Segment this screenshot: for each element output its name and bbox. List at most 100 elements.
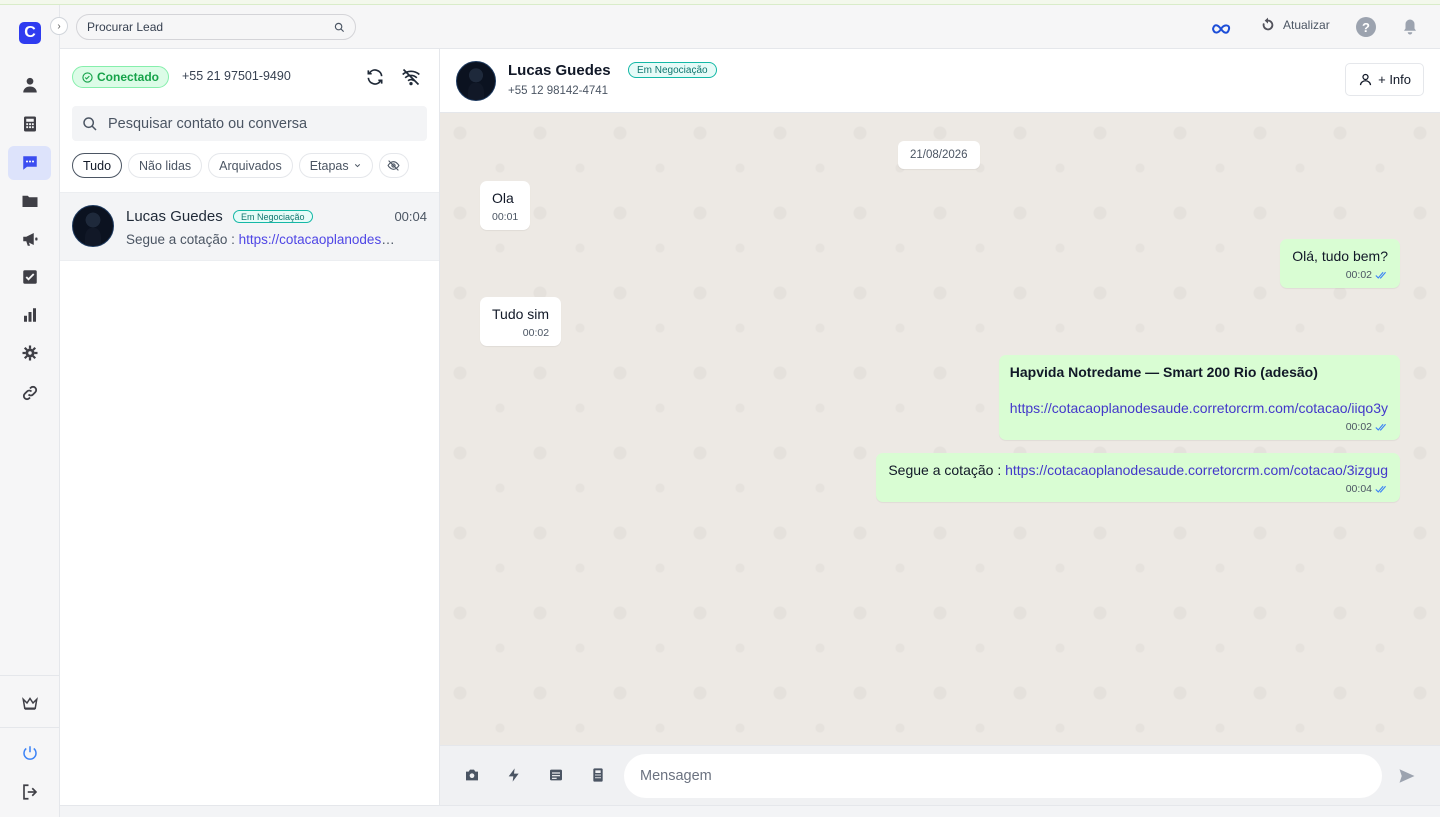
message-link[interactable]: https://cotacaoplanodesaude.corretorcrm.… (1010, 400, 1388, 416)
user-outline-icon (1359, 73, 1372, 86)
logout-icon (22, 784, 37, 800)
crown-icon (21, 697, 38, 710)
conversation-list-panel: Conectado +55 21 97501-9490 Tudo Não lid… (60, 49, 440, 805)
message-text: Olá, tudo bem? (1292, 248, 1388, 264)
wifi-off-icon[interactable] (401, 67, 421, 87)
checkbox-icon (22, 270, 37, 284)
double-check-icon (1375, 485, 1386, 493)
conversation-preview: Segue a cotação : https://cotacaoplanode… (126, 232, 398, 247)
top-bar: Atualizar ? (60, 5, 1440, 49)
gear-icon (22, 345, 37, 361)
power-icon (22, 746, 37, 760)
chevron-down-icon (354, 164, 360, 168)
message-bubble: Ola 00:01 (480, 181, 531, 230)
message-time: 00:01 (492, 211, 519, 223)
message-time: 00:02 (1345, 269, 1372, 281)
template-icon[interactable] (548, 767, 564, 783)
message-bubble: Tudo sim 00:02 (480, 297, 562, 346)
calculator-icon[interactable] (590, 767, 606, 783)
info-label: + Info (1378, 72, 1411, 87)
message-composer (440, 745, 1440, 805)
message-link[interactable]: https://cotacaoplanodesaude.corretorcrm.… (1005, 462, 1388, 478)
message-time: 00:04 (1345, 483, 1372, 495)
link-icon (22, 385, 37, 401)
double-check-icon (1375, 423, 1386, 431)
contact-search-input[interactable] (108, 115, 417, 132)
message-bubble: Olá, tudo bem? 00:02 (1280, 239, 1400, 288)
message-text: Ola (492, 190, 514, 206)
eye-off-icon (387, 160, 400, 171)
refresh-label: Atualizar (1283, 18, 1330, 32)
user-icon (22, 77, 37, 93)
filter-stages-dropdown[interactable]: Etapas (298, 153, 373, 178)
message-bubble: Segue a cotação : https://cotacaoplanode… (876, 453, 1400, 502)
rail-divider (0, 675, 60, 676)
left-rail: C (0, 5, 60, 817)
rail-item-power[interactable] (8, 736, 51, 770)
filter-stages-label: Etapas (309, 158, 349, 173)
stage-badge: Em Negociação (233, 210, 313, 223)
conversation-time: 00:04 (394, 209, 427, 224)
date-separator: 21/08/2026 (898, 141, 980, 169)
rail-item-settings[interactable] (8, 336, 51, 370)
megaphone-icon (22, 233, 37, 246)
message-bubble: Hapvida Notredame — Smart 200 Rio (adesã… (998, 355, 1400, 440)
meta-icon[interactable] (1211, 18, 1231, 36)
rail-item-campaigns[interactable] (8, 222, 51, 256)
bell-icon[interactable] (1401, 17, 1419, 37)
connection-status-badge: Conectado (72, 66, 170, 88)
app-logo[interactable]: C (19, 22, 41, 44)
calculator-icon (23, 116, 36, 132)
rail-item-calculator[interactable] (8, 107, 51, 141)
search-icon (83, 116, 97, 131)
rail-item-reports[interactable] (8, 298, 51, 332)
conversation-name: Lucas Guedes (126, 208, 223, 225)
rail-item-chat[interactable] (8, 146, 51, 180)
filter-archived[interactable]: Arquivados (208, 153, 293, 178)
rail-item-files[interactable] (8, 184, 51, 218)
rail-item-logout[interactable] (8, 775, 51, 809)
connection-status-label: Conectado (97, 70, 160, 84)
contact-search-box[interactable] (72, 106, 427, 141)
refresh-button[interactable]: Atualizar (1260, 17, 1330, 33)
expand-rail-button[interactable]: › (50, 17, 68, 35)
message-text: Segue a cotação : (888, 462, 1006, 478)
send-icon[interactable] (1398, 767, 1416, 785)
message-input[interactable] (624, 754, 1382, 798)
bottom-bar (60, 805, 1440, 817)
lightning-icon[interactable] (506, 767, 522, 783)
rail-item-premium[interactable] (8, 686, 51, 720)
help-icon[interactable]: ? (1356, 17, 1376, 37)
sync-icon[interactable] (365, 67, 385, 87)
rail-item-links[interactable] (8, 376, 51, 410)
chat-contact-phone: +55 12 98142-4741 (508, 85, 609, 97)
filter-chips: Tudo Não lidas Arquivados Etapas (72, 153, 409, 178)
lead-search-box[interactable] (76, 14, 356, 40)
message-time: 00:02 (1345, 421, 1372, 433)
rail-item-leads[interactable] (8, 68, 51, 102)
refresh-icon (1262, 17, 1274, 31)
search-icon (334, 22, 345, 32)
chat-stage-badge: Em Negociação (628, 62, 717, 78)
filter-unread[interactable]: Não lidas (128, 153, 203, 178)
preview-link[interactable]: https://cotacaoplanodesaude.corretorcrm.… (239, 232, 398, 247)
chat-avatar[interactable] (456, 61, 496, 101)
conversation-item[interactable]: Lucas Guedes Em Negociação 00:04 Segue a… (60, 192, 439, 261)
info-button[interactable]: + Info (1345, 63, 1424, 96)
chat-header: Lucas Guedes Em Negociação +55 12 98142-… (440, 49, 1440, 113)
chat-messages: 21/08/2026 Ola 00:01 Olá, tudo bem? 00:0… (440, 113, 1440, 745)
hide-filter-button[interactable] (378, 153, 409, 178)
lead-search-input[interactable] (87, 20, 334, 34)
message-title: Hapvida Notredame — Smart 200 Rio (adesã… (1009, 364, 1318, 380)
rail-divider (0, 727, 60, 728)
filter-all[interactable]: Tudo (72, 153, 123, 178)
message-time: 00:02 (522, 327, 550, 339)
double-check-icon (1375, 271, 1386, 279)
rail-item-tasks[interactable] (8, 260, 51, 294)
chat-contact-name: Lucas Guedes (508, 62, 611, 79)
check-circle-icon (82, 71, 93, 83)
message-text: Tudo sim (492, 306, 550, 322)
contact-avatar (72, 205, 114, 247)
camera-icon[interactable] (464, 767, 480, 783)
preview-text: Segue a cotação : (126, 232, 239, 247)
